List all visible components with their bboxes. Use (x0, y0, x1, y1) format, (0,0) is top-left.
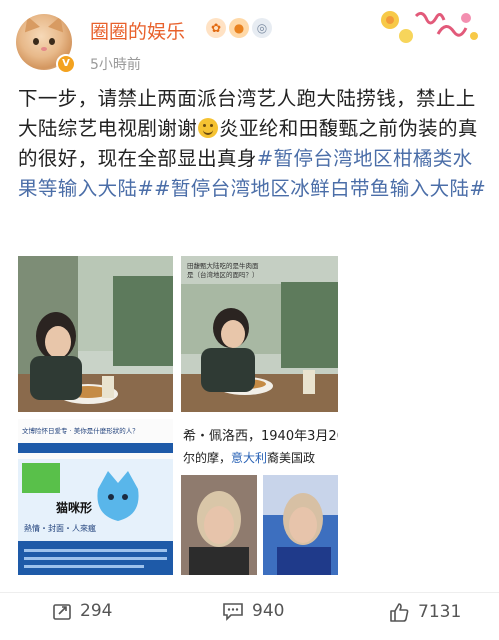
username[interactable]: 圈圈的娱乐 (90, 17, 185, 44)
image-4-text-b: 意大利 (231, 451, 268, 465)
image-3-label-2: 熱情・封面・人來瘋 (24, 524, 96, 533)
image-4-text-c: 裔美国政 (267, 451, 316, 465)
repost-icon (53, 604, 71, 620)
comment-count: 940 (252, 601, 285, 621)
vlog-sticker-icon (381, 11, 478, 43)
action-bar: 294 940 7131 (0, 592, 499, 640)
image-2-caption-line-1: 田馥甄大陆吃的是牛肉面 (187, 262, 259, 270)
like-icon (390, 603, 409, 622)
post-time: 5小時前 (90, 57, 141, 73)
like-count: 7131 (418, 602, 462, 622)
image-4-photos (181, 475, 338, 575)
image-1-photo (18, 256, 173, 412)
post-image-1[interactable] (18, 256, 173, 412)
image-4-text-line-1: 希・佩洛西，1940年3月26 (183, 429, 338, 444)
comment-icon (223, 603, 243, 621)
image-3-title: 文博险怀日爱专 · 美你是什麼形狀的人？ (22, 427, 139, 435)
image-3-graphic (18, 419, 173, 575)
fish-badge-icon[interactable]: ● (229, 18, 249, 38)
post-image-4[interactable]: 希・佩洛西，1940年3月26 尔的摩，意大利裔美国政 (181, 419, 338, 575)
image-4-text-a: 尔的摩， (183, 451, 232, 465)
post-image-2[interactable]: 田馥甄大陆吃的是牛肉面 是（台湾地区的面吗？） (181, 256, 338, 412)
image-4-text-line-2: 尔的摩，意大利裔美国政 (183, 449, 315, 466)
image-3-label-1: 猫咪形 (56, 501, 93, 515)
post-image-3[interactable]: 文博险怀日爱专 · 美你是什麼形狀的人？ 猫咪形 熱情・封面・人來瘋 (18, 419, 173, 575)
comment-button[interactable]: 940 (222, 601, 284, 621)
user-badges: ✿ ● ◎ (206, 18, 272, 38)
post-header: V 圈圈的娱乐 ✿ ● ◎ 5小時前 (0, 0, 499, 80)
repost-button[interactable]: 294 (52, 601, 112, 621)
like-button[interactable]: 7131 (388, 601, 461, 623)
image-2-caption-line-2: 是（台湾地区的面吗？） (187, 271, 259, 279)
fire-badge-icon[interactable]: ✿ (206, 18, 226, 38)
silver-badge-icon[interactable]: ◎ (252, 18, 272, 38)
smile-emoji-icon (198, 118, 219, 138)
verified-badge-icon: V (56, 54, 76, 74)
hashtag-link-2[interactable]: #暂停台湾地区冰鲜白带鱼输入大陆# (154, 177, 486, 200)
post-text: 下一步，请禁止两面派台湾艺人跑大陆捞钱，禁止上大陆综艺电视剧谢谢 炎亚纶和田馥甄之… (18, 84, 488, 204)
repost-count: 294 (80, 601, 113, 621)
image-2-caption: 田馥甄大陆吃的是牛肉面 是（台湾地区的面吗？） (187, 262, 259, 280)
